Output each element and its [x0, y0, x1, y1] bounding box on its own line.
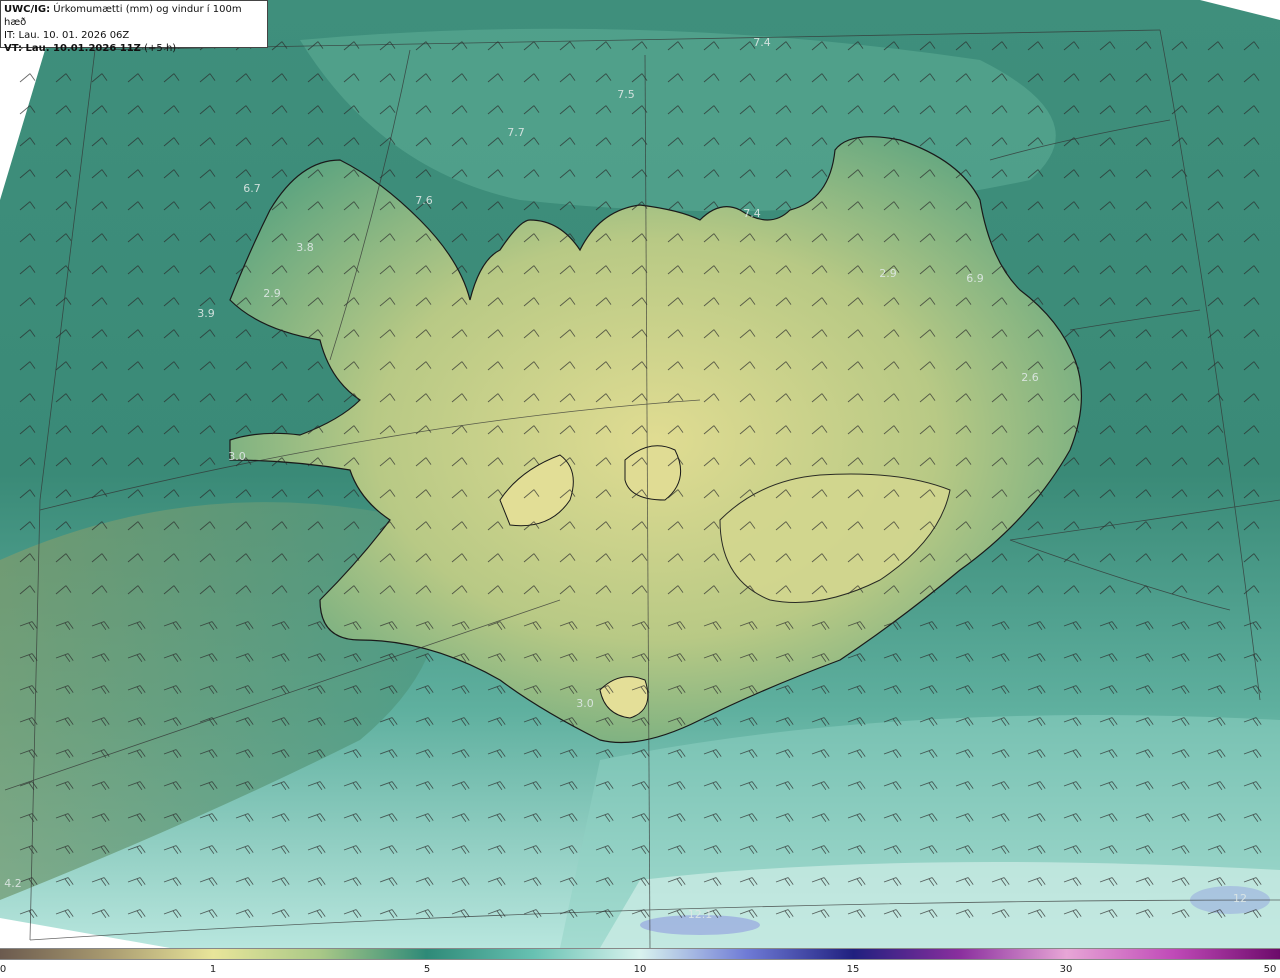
map-value-label: 12.1	[688, 908, 713, 921]
map-value-label: 7.4	[753, 36, 771, 49]
map-value-label: 3.9	[197, 307, 215, 320]
precipitation-map[interactable]: 7.4 7.5 7.7 6.7 7.6 7.4 3.8 2.9 6.9 2.9 3.9 2.6 3.0 3…	[0, 0, 1280, 948]
colorbar-tick-label: 1	[209, 964, 217, 975]
colorbar-tick-label: 0	[0, 964, 7, 975]
colorbar-tick-label: 10	[633, 964, 647, 975]
map-value-label: 12	[1233, 892, 1247, 905]
map-info-box: UWC/IG: Úrkomumætti (mm) og vindur í 100…	[0, 0, 268, 54]
map-value-label: 3.0	[228, 450, 246, 463]
map-value-label: 3.0	[576, 697, 594, 710]
colorbar-tick-label: 15	[846, 964, 860, 975]
colorbar-tick-label: 30	[1059, 964, 1073, 975]
map-value-label: 2.9	[879, 267, 897, 280]
map-value-label: 6.7	[243, 182, 261, 195]
title-prefix: UWC/IG:	[4, 4, 51, 15]
it-line: IT: Lau. 10. 01. 2026 06Z	[4, 30, 130, 41]
map-value-label: 4.2	[4, 877, 22, 890]
map-area[interactable]: 7.4 7.5 7.7 6.7 7.6 7.4 3.8 2.9 6.9 2.9 3.9 2.6 3.0 3…	[0, 0, 1280, 948]
colorbar: 0 1 5 10 15 30 50	[0, 948, 1280, 978]
colorbar-tick-label: 5	[423, 964, 431, 975]
map-value-label: 2.6	[1021, 371, 1039, 384]
map-value-label: 6.9	[966, 272, 984, 285]
map-value-label: 7.6	[415, 194, 433, 207]
map-value-label: 7.5	[617, 88, 635, 101]
vt-prefix: VT: Lau. 10.01.2026 11Z	[4, 43, 141, 54]
glacier-hofsjokull	[624, 445, 682, 501]
colorbar-strip	[0, 948, 1280, 960]
title-line: UWC/IG: Úrkomumætti (mm) og vindur í 100…	[4, 3, 264, 29]
vt-suffix: (+5 h)	[144, 43, 177, 54]
vt-line: VT: Lau. 10.01.2026 11Z (+5 h)	[4, 42, 264, 55]
map-value-label: 7.4	[743, 207, 761, 220]
map-value-label: 7.7	[507, 126, 525, 139]
south-heaviest-precip	[600, 862, 1280, 948]
colorbar-tick-label: 50	[1263, 964, 1277, 975]
map-value-label: 3.8	[296, 241, 314, 254]
map-value-label: 2.9	[263, 287, 281, 300]
